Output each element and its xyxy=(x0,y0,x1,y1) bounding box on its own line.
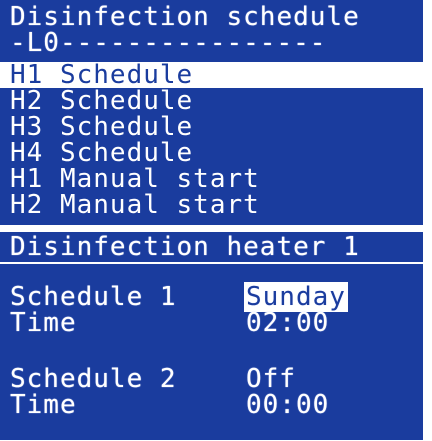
schedule-1-time-value[interactable]: 02:00 xyxy=(246,310,329,336)
menu-item-h2-schedule[interactable]: H2 Schedule xyxy=(0,88,423,114)
schedule-2-day-value[interactable]: Off xyxy=(246,366,296,392)
schedule-1-day-field[interactable]: Sunday xyxy=(244,282,348,312)
schedule-2-label: Schedule 2 xyxy=(10,364,177,394)
detail-title: Disinfection heater 1 xyxy=(10,232,360,262)
menu-item-h1-manual-start[interactable]: H1 Manual start xyxy=(0,166,423,192)
schedule-1-label: Schedule 1 xyxy=(10,282,177,312)
menu-separator: -L0---------------- xyxy=(10,28,327,58)
menu-item-h4-schedule[interactable]: H4 Schedule xyxy=(0,140,423,166)
disinfection-heater-detail: Disinfection heater 1 Schedule 1 Sunday … xyxy=(0,232,423,440)
menu-title: Disinfection schedule xyxy=(10,2,360,32)
menu-item-h1-schedule[interactable]: H1 Schedule xyxy=(0,62,423,88)
schedule-2-time-value[interactable]: 00:00 xyxy=(246,392,329,418)
disinfection-schedule-menu: Disinfection schedule -L0---------------… xyxy=(0,0,423,225)
menu-item-h2-manual-start[interactable]: H2 Manual start xyxy=(0,192,423,218)
schedule-2-time-label: Time xyxy=(10,390,77,420)
schedule-1-time-label: Time xyxy=(10,308,77,338)
menu-item-h3-schedule[interactable]: H3 Schedule xyxy=(0,114,423,140)
